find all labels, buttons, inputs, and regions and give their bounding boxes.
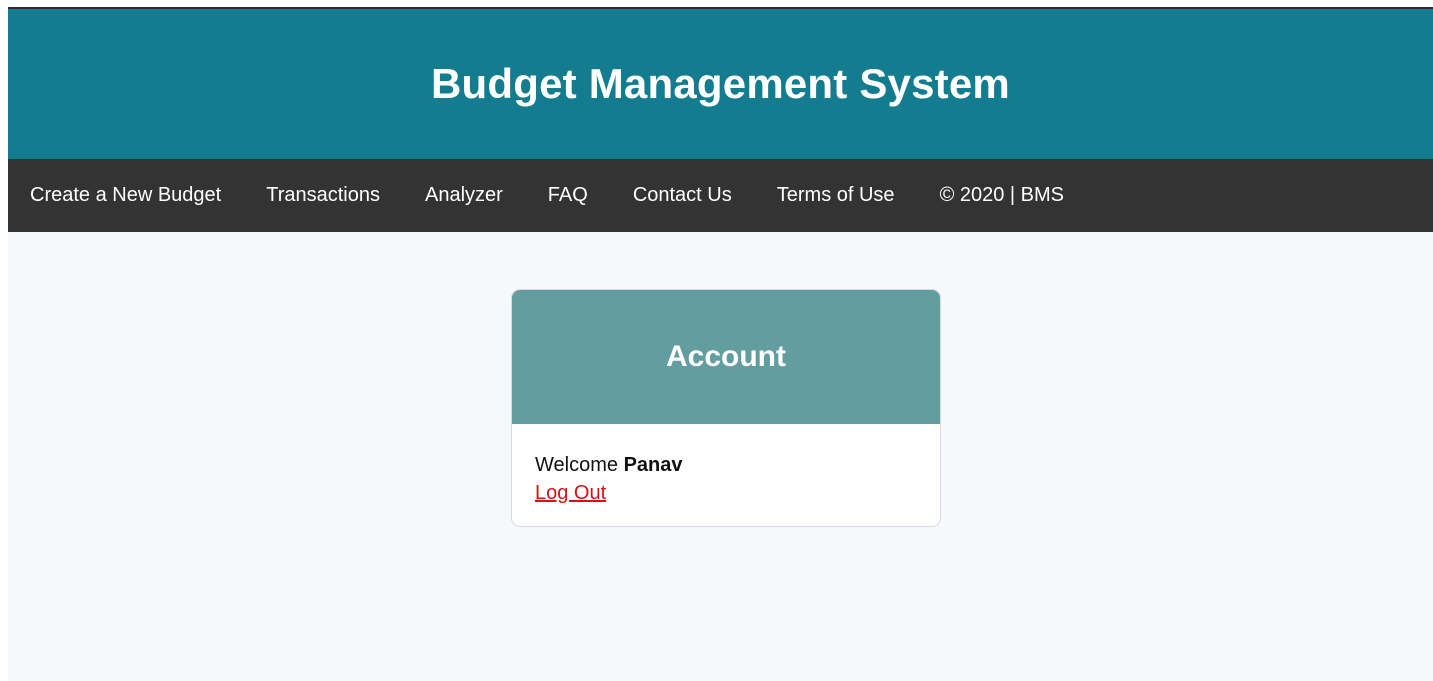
nav-transactions[interactable]: Transactions [266, 184, 380, 207]
welcome-line: Welcome Panav [535, 451, 940, 479]
app-frame: Budget Management System Create a New Bu… [8, 7, 1433, 681]
account-card-body: Welcome Panav Log Out [512, 424, 940, 507]
nav-contact-us[interactable]: Contact Us [633, 184, 732, 207]
nav-terms-of-use[interactable]: Terms of Use [777, 184, 895, 207]
nav-create-budget[interactable]: Create a New Budget [30, 184, 221, 207]
main-nav: Create a New Budget Transactions Analyze… [8, 159, 1433, 232]
welcome-text: Welcome [535, 454, 618, 476]
nav-faq[interactable]: FAQ [548, 184, 588, 207]
site-title: Budget Management System [431, 60, 1010, 107]
account-title: Account [666, 340, 786, 373]
nav-analyzer[interactable]: Analyzer [425, 184, 503, 207]
logout-link[interactable]: Log Out [535, 482, 606, 504]
account-card: Account Welcome Panav Log Out [511, 289, 941, 527]
account-card-header: Account [512, 290, 940, 424]
copyright-text: © 2020 | BMS [939, 184, 1064, 206]
username: Panav [623, 454, 683, 476]
site-header: Budget Management System [8, 9, 1433, 159]
